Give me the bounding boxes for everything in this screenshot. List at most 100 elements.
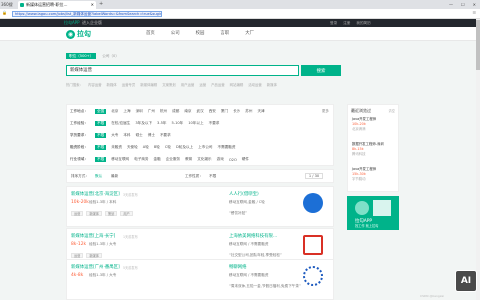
filter-option[interactable]: 不要求 [209, 121, 220, 126]
job-title[interactable]: 新媒体运营[北京·海淀区] [71, 191, 120, 197]
filter-option[interactable]: 上市公司 [198, 145, 212, 150]
filter-option[interactable]: 10年以上 [188, 121, 203, 126]
search-input[interactable]: 新媒体运营 [66, 65, 299, 76]
company-logo[interactable] [303, 193, 323, 213]
hot-item[interactable]: 新媒体 [267, 82, 277, 87]
enterprise-link[interactable]: 进入企业版 [82, 19, 102, 27]
filter-option[interactable]: 企业服务 [166, 157, 180, 162]
filter-option[interactable]: 上海 [123, 109, 130, 114]
filter-option[interactable]: O2O [229, 158, 237, 162]
filter-option[interactable]: C轮 [165, 145, 171, 150]
filter-option-selected[interactable]: 不限 [95, 157, 107, 162]
filter-option[interactable]: 天津 [257, 109, 264, 114]
company-name[interactable]: 人人行(借呗宝) [229, 191, 259, 197]
hot-item[interactable]: 产品运营 [211, 82, 225, 87]
filter-option[interactable]: 深圳 [136, 109, 143, 114]
app-promo-banner[interactable]: 拉勾APP 找工作 就上拉勾 [347, 196, 399, 230]
filter-option[interactable]: 本科 [123, 133, 130, 138]
hot-item[interactable]: 内容运营 [88, 82, 102, 87]
filter-option[interactable]: 游戏 [217, 157, 224, 162]
filter-option-selected[interactable]: 不限 [95, 121, 107, 126]
filter-option[interactable]: 长沙 [233, 109, 240, 114]
company-logo[interactable] [303, 235, 323, 255]
hot-item[interactable]: 活动运营 [248, 82, 262, 87]
recent-item[interactable]: 数据开发工程师-深圳 8k-15k 腾讯科技 [352, 142, 384, 157]
scrollbar-thumb[interactable] [476, 20, 480, 70]
register-link[interactable]: 注册 [343, 19, 350, 27]
url-input[interactable]: https://www.lagou.com/jobs/list_新媒体运营?la… [12, 11, 162, 17]
tab-jobs[interactable]: 职位（500+） [66, 53, 97, 59]
filter-option[interactable]: 硬件 [242, 157, 249, 162]
hot-item[interactable]: 网站编辑 [230, 82, 244, 87]
hot-item[interactable]: 文案策划 [162, 82, 176, 87]
close-window-icon[interactable]: ✕ [473, 0, 476, 9]
filter-option[interactable]: A轮 [143, 145, 149, 150]
filter-option[interactable]: 博士 [148, 133, 155, 138]
recent-clear-button[interactable]: 清空 [389, 108, 395, 113]
company-logo[interactable] [303, 266, 323, 286]
filter-option[interactable]: 武汉 [197, 109, 204, 114]
filter-option[interactable]: 苏州 [245, 109, 252, 114]
job-card[interactable]: 新媒体运营[北京·海淀区] 3天前发布 10k-20k 经验1-3年 / 本科 … [66, 186, 334, 227]
tab-companies[interactable]: 公司（0） [99, 53, 122, 59]
filter-option-selected[interactable]: 不限 [95, 145, 107, 150]
filter-option[interactable]: 教育 [185, 157, 192, 162]
filter-option[interactable]: 3年及以下 [135, 121, 152, 126]
browser-tab-prev[interactable]: 360搜索 [0, 0, 16, 16]
maximize-icon[interactable]: ☐ [461, 0, 465, 9]
minimize-icon[interactable]: — [449, 0, 453, 9]
filter-option[interactable]: 金融 [154, 157, 161, 162]
filter-option[interactable]: B轮 [154, 145, 160, 150]
filter-option[interactable]: 南京 [184, 109, 191, 114]
filter-option[interactable]: 成都 [172, 109, 179, 114]
my-resume-link[interactable]: 我的简历 [356, 19, 370, 27]
recent-item[interactable]: Java开发工程师 15k-30k 字节跳动 [352, 167, 376, 182]
hot-item[interactable]: 新媒体 [107, 82, 117, 87]
browser-tab-active[interactable]: 新媒体运营招聘-职位… ✕ [18, 1, 96, 9]
filter-option[interactable]: 不需要融资 [218, 145, 236, 150]
filter-option[interactable]: 不要求 [160, 133, 171, 138]
nav-speak[interactable]: 言职 [220, 30, 229, 36]
nav-home[interactable]: 首页 [146, 30, 155, 36]
job-card[interactable]: 新媒体运营[广州·番禺区] 5天前发布 4k-8k 经验1-3年 / 大专 畅聊… [66, 259, 334, 300]
hot-item[interactable]: 运营专员 [122, 82, 136, 87]
new-tab-button[interactable]: + [99, 0, 103, 9]
filter-option[interactable]: 文化娱乐 [197, 157, 211, 162]
job-title[interactable]: 新媒体运营[广州·番禺区] [71, 264, 120, 270]
filter-option[interactable]: 在校/应届生 [111, 121, 130, 126]
filter-option[interactable]: 广州 [148, 109, 155, 114]
recent-item[interactable]: Java开发工程师 10k-20k 北京滴滴 [352, 117, 376, 132]
app-download-link[interactable]: 拉勾APP [64, 19, 80, 27]
hot-item[interactable]: 运营 [199, 82, 206, 87]
filter-option[interactable]: 大专 [111, 133, 118, 138]
login-link[interactable]: 登录 [330, 19, 337, 27]
sort-default[interactable]: 默认 [95, 174, 102, 179]
job-type-select[interactable]: 不限 [209, 174, 216, 179]
filter-option[interactable]: 杭州 [160, 109, 167, 114]
site-logo[interactable]: ◉ 拉勾 [66, 29, 98, 39]
filter-option[interactable]: 硕士 [136, 133, 143, 138]
filter-option[interactable]: 北京 [111, 109, 118, 114]
sort-latest[interactable]: 最新 [111, 174, 118, 179]
filter-option[interactable]: 未融资 [111, 145, 122, 150]
filter-option-selected[interactable]: 不限 [95, 133, 107, 138]
nav-company[interactable]: 公司 [171, 30, 180, 36]
job-title[interactable]: 新媒体运营[上海·长宁] [71, 233, 115, 239]
nav-campus[interactable]: 校园 [196, 30, 205, 36]
hot-item[interactable]: 新媒体编辑 [140, 82, 157, 87]
search-button[interactable]: 搜索 [301, 65, 341, 76]
filter-option[interactable]: D轮及以上 [176, 145, 193, 150]
filter-option[interactable]: 5-10年 [172, 121, 184, 126]
filter-option[interactable]: 西安 [209, 109, 216, 114]
company-name[interactable]: 上海依美网络科技有限… [229, 233, 277, 239]
ai-assistant-badge[interactable]: AI [455, 270, 477, 292]
filter-option[interactable]: 移动互联网 [111, 157, 129, 162]
filter-option[interactable]: 电子商务 [134, 157, 148, 162]
hot-item[interactable]: 用户运营 [181, 82, 195, 87]
filter-option-selected[interactable]: 全国 [95, 109, 107, 114]
filter-option[interactable]: 3-5年 [157, 121, 166, 126]
filter-option[interactable]: 厦门 [221, 109, 228, 114]
more-filters-button[interactable]: 更多 [322, 109, 329, 114]
nav-bigcorp[interactable]: 大厂 [245, 30, 254, 36]
browser-menu-icon[interactable]: ☰ [472, 10, 476, 15]
